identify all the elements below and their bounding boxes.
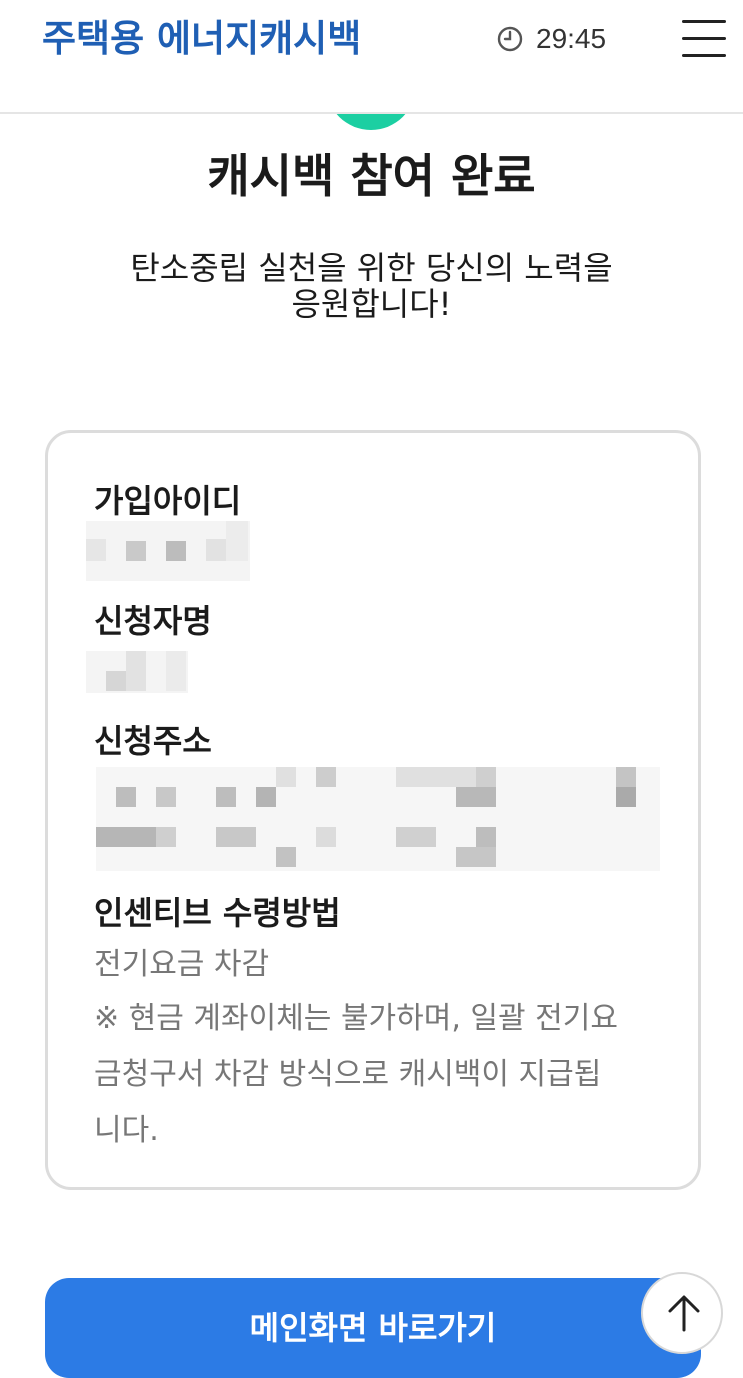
page-subtitle: 탄소중립 실천을 위한 당신의 노력을 응원합니다!	[60, 250, 683, 322]
field-label-user-id: 가입아이디	[94, 482, 242, 520]
clock-icon	[496, 25, 524, 53]
menu-line	[682, 20, 726, 23]
incentive-notice: ※ 현금 계좌이체는 불가하며, 일괄 전기요 금청구서 차감 방식으로 캐시백…	[94, 991, 654, 1159]
notice-line: ※ 현금 계좌이체는 불가하며, 일괄 전기요	[94, 1001, 618, 1036]
subtitle-line: 응원합니다!	[291, 285, 452, 323]
menu-line	[682, 54, 726, 57]
logo[interactable]: 주택용 에너지캐시백	[42, 16, 361, 62]
session-timer: 29:45	[496, 22, 606, 56]
arrow-up-icon	[668, 1295, 700, 1332]
notice-line: 금청구서 차감 방식으로 캐시백이 지급됩	[94, 1057, 602, 1092]
field-label-address: 신청주소	[94, 722, 212, 760]
timer-text: 29:45	[536, 23, 607, 54]
incentive-method-value: 전기요금 차감	[94, 947, 270, 982]
field-label-incentive-method: 인센티브 수령방법	[94, 894, 341, 932]
masked-applicant-name	[86, 651, 188, 693]
hamburger-menu-icon[interactable]	[682, 20, 726, 58]
subtitle-line: 탄소중립 실천을 위한 당신의 노력을	[130, 249, 613, 287]
page-title: 캐시백 참여 완료	[207, 149, 536, 203]
go-to-main-button[interactable]: 메인화면 바로가기	[45, 1278, 701, 1378]
notice-line: 니다.	[94, 1113, 159, 1148]
masked-address	[96, 767, 660, 871]
menu-line	[682, 37, 726, 40]
app-header: 주택용 에너지캐시백 29:45	[0, 0, 743, 114]
scroll-to-top-button[interactable]	[641, 1272, 723, 1354]
masked-user-id	[86, 521, 250, 581]
application-info-card: 가입아이디 신청자명 신청주소 인센티브 수령방법 전기요금 차감 ※ 현금 계…	[45, 430, 701, 1190]
field-label-applicant-name: 신청자명	[94, 602, 212, 640]
